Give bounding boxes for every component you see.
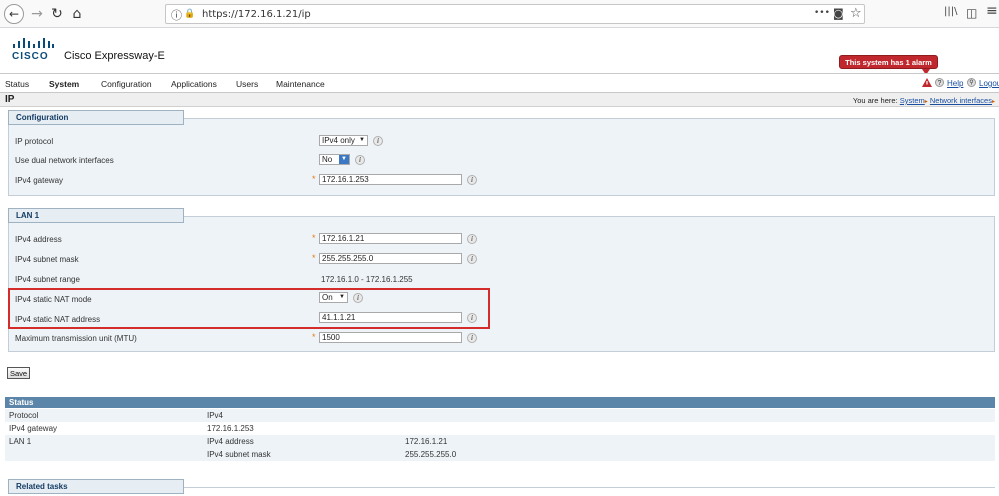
status-cell: 172.16.1.21 <box>405 437 448 446</box>
lan1-section <box>8 216 995 352</box>
hamburger-menu-icon[interactable]: ≡ <box>986 3 998 19</box>
menu-applications[interactable]: Applications <box>171 79 217 89</box>
table-row: IPv4 gateway 172.16.1.253 <box>5 422 995 435</box>
page-title-bar: IP You are here: System▸ Network interfa… <box>0 93 999 107</box>
configuration-section <box>8 118 995 196</box>
cisco-logo-icon <box>13 38 54 48</box>
subnet-range-value: 172.16.1.0 - 172.16.1.255 <box>321 275 413 284</box>
dual-nic-select[interactable]: No ▼ <box>319 154 350 165</box>
url-text[interactable]: https://172.16.1.21/ip <box>202 9 311 20</box>
related-tasks-section-title: Related tasks <box>8 479 184 494</box>
subnet-mask-input[interactable]: 255.255.255.0 <box>319 253 462 264</box>
bookmark-star-icon[interactable]: ☆ <box>850 6 862 21</box>
ipv4-address-input[interactable]: 172.16.1.21 <box>319 233 462 244</box>
reload-icon[interactable]: ↻ <box>47 4 67 24</box>
dual-nic-value: No <box>322 155 333 164</box>
status-cell: IPv4 <box>207 411 224 420</box>
status-cell: IPv4 subnet mask <box>207 450 271 459</box>
cisco-logo-text: CISCO <box>12 51 49 62</box>
status-cell: LAN 1 <box>9 437 32 446</box>
required-indicator: * <box>312 233 316 243</box>
save-button[interactable]: Save <box>7 367 30 379</box>
logout-icon[interactable]: ⚲ <box>967 78 976 87</box>
status-section-title: Status <box>5 397 995 408</box>
configuration-section-title: Configuration <box>8 110 184 125</box>
alarm-warning-icon[interactable] <box>922 78 932 87</box>
gateway-input[interactable]: 172.16.1.253 <box>319 174 462 185</box>
status-cell: 255.255.255.0 <box>405 450 457 459</box>
info-icon[interactable]: i <box>355 155 365 165</box>
site-info-icon[interactable]: ⓘ <box>171 7 182 23</box>
library-icon[interactable]: |||\ <box>944 6 957 17</box>
status-cell: IPv4 address <box>207 437 254 446</box>
page-title: IP <box>5 94 15 105</box>
subnet-range-label: IPv4 subnet range <box>15 275 80 284</box>
breadcrumb-network-interfaces[interactable]: Network interfaces <box>930 96 992 105</box>
menu-configuration[interactable]: Configuration <box>101 79 152 89</box>
page-actions-icon[interactable]: ••• <box>814 8 830 18</box>
browser-toolbar: ← → ↻ ⌂ ⓘ 🔒 https://172.16.1.21/ip ••• ◙… <box>0 0 999 28</box>
sidebar-icon[interactable]: ◫ <box>966 6 977 20</box>
required-indicator: * <box>312 174 316 184</box>
menu-maintenance[interactable]: Maintenance <box>276 79 325 89</box>
breadcrumb: You are here: System▸ Network interfaces… <box>853 96 995 105</box>
info-icon[interactable]: i <box>467 175 477 185</box>
address-bar[interactable]: ⓘ 🔒 https://172.16.1.21/ip ••• ◙ ☆ <box>165 4 865 24</box>
ip-protocol-select[interactable]: IPv4 only ▼ <box>319 135 368 146</box>
home-icon[interactable]: ⌂ <box>67 4 87 24</box>
product-title: Cisco Expressway-E <box>64 50 165 62</box>
mtu-input[interactable]: 1500 <box>319 332 462 343</box>
insecure-lock-icon[interactable]: 🔒 <box>184 9 195 19</box>
lan1-section-title: LAN 1 <box>8 208 184 223</box>
status-cell: Protocol <box>9 411 39 420</box>
dual-nic-label: Use dual network interfaces <box>15 156 114 165</box>
alarm-banner[interactable]: This system has 1 alarm <box>839 55 938 69</box>
status-cell: 172.16.1.253 <box>207 424 254 433</box>
back-arrow-icon[interactable]: ← <box>4 4 24 24</box>
pocket-icon[interactable]: ◙ <box>833 7 844 20</box>
breadcrumb-system[interactable]: System <box>900 96 925 105</box>
table-row: Protocol IPv4 <box>5 409 995 422</box>
subnet-mask-label: IPv4 subnet mask <box>15 255 79 264</box>
ip-protocol-value: IPv4 only <box>322 136 355 145</box>
ipv4-address-label: IPv4 address <box>15 235 62 244</box>
table-row: LAN 1 IPv4 address 172.16.1.21 <box>5 435 995 448</box>
required-indicator: * <box>312 253 316 263</box>
logout-link[interactable]: Logou <box>979 79 999 88</box>
mtu-label: Maximum transmission unit (MTU) <box>15 334 137 343</box>
main-menu: Status System Configuration Applications… <box>0 73 999 93</box>
menu-users[interactable]: Users <box>236 79 258 89</box>
info-icon[interactable]: i <box>467 333 477 343</box>
breadcrumb-separator: ▸ <box>991 99 995 105</box>
info-icon[interactable]: i <box>373 136 383 146</box>
status-cell: IPv4 gateway <box>9 424 58 433</box>
gateway-label: IPv4 gateway <box>15 176 64 185</box>
ip-protocol-label: IP protocol <box>15 137 54 146</box>
forward-arrow-icon[interactable]: → <box>27 4 47 24</box>
info-icon[interactable]: i <box>467 254 477 264</box>
table-row: IPv4 subnet mask 255.255.255.0 <box>5 448 995 461</box>
nat-settings-highlight <box>8 288 490 329</box>
related-tasks-divider <box>184 487 995 488</box>
required-indicator: * <box>312 332 316 342</box>
chevron-down-icon: ▼ <box>359 137 365 143</box>
breadcrumb-separator: ▸ <box>924 99 928 105</box>
chevron-down-icon: ▼ <box>339 155 349 164</box>
menu-system[interactable]: System <box>49 79 79 89</box>
menu-status[interactable]: Status <box>5 79 29 89</box>
info-icon[interactable]: i <box>467 234 477 244</box>
help-icon[interactable]: ? <box>935 78 944 87</box>
help-link[interactable]: Help <box>947 79 963 88</box>
breadcrumb-prefix: You are here: <box>852 96 898 105</box>
